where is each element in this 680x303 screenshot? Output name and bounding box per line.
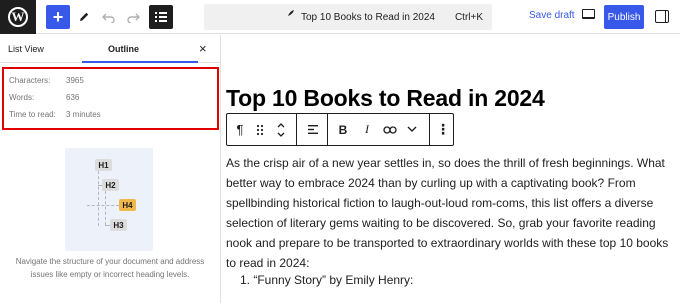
link-icon[interactable] bbox=[379, 114, 401, 145]
move-up-down-icon[interactable] bbox=[271, 114, 291, 145]
align-left-icon[interactable] bbox=[300, 114, 326, 145]
command-palette-bar[interactable]: Top 10 Books to Read in 2024 Ctrl+K bbox=[204, 4, 492, 30]
stat-value: 636 bbox=[66, 93, 80, 102]
publish-button[interactable]: Publish bbox=[604, 5, 644, 29]
stat-value: 3 minutes bbox=[66, 110, 101, 119]
heading-chip-h1: H1 bbox=[95, 159, 112, 171]
list-item[interactable]: 1. “Funny Story” by Emily Henry: bbox=[240, 273, 413, 287]
outline-connector bbox=[105, 191, 106, 225]
stat-words: Words: 636 bbox=[9, 93, 79, 102]
italic-button[interactable]: I bbox=[357, 114, 377, 145]
paragraph-block-icon[interactable]: ¶ bbox=[227, 114, 253, 145]
drag-handle-icon[interactable] bbox=[253, 114, 267, 145]
outline-help-text: Navigate the structure of your document … bbox=[15, 257, 205, 279]
tab-list-view[interactable]: List View bbox=[8, 35, 44, 63]
undo-icon[interactable] bbox=[96, 5, 120, 29]
toolbar-separator bbox=[296, 114, 297, 145]
document-overview-button[interactable] bbox=[149, 5, 173, 29]
heading-chip-h2: H2 bbox=[102, 179, 119, 191]
document-title: Top 10 Books to Read in 2024 bbox=[301, 12, 435, 23]
stat-label: Words: bbox=[9, 93, 35, 102]
outline-connector bbox=[98, 171, 99, 226]
quill-pen-icon bbox=[284, 9, 295, 23]
stat-value: 3965 bbox=[66, 76, 84, 85]
tab-outline[interactable]: Outline bbox=[108, 35, 139, 63]
toolbar-separator bbox=[429, 114, 430, 145]
stat-characters: Characters: 3965 bbox=[9, 76, 84, 85]
document-stats-highlight: Characters: 3965 Words: 636 Time to read… bbox=[2, 67, 219, 130]
stat-label: Characters: bbox=[9, 76, 51, 85]
pencil-icon[interactable] bbox=[72, 5, 96, 29]
close-icon[interactable]: × bbox=[199, 41, 207, 56]
keyboard-shortcut: Ctrl+K bbox=[454, 12, 483, 23]
outline-illustration: H1 H2 H4 H3 bbox=[65, 148, 153, 251]
preview-icon[interactable] bbox=[582, 9, 595, 19]
document-overview-icon bbox=[155, 12, 167, 22]
wordpress-logo-icon: W bbox=[8, 7, 28, 27]
active-tab-indicator bbox=[82, 61, 198, 63]
settings-sidebar-icon[interactable] bbox=[655, 10, 669, 23]
editor-canvas: Top 10 Books to Read in 2024 ¶ B I ⋮ As … bbox=[222, 35, 680, 303]
redo-icon[interactable] bbox=[121, 5, 145, 29]
intro-paragraph[interactable]: As the crisp air of a new year settles i… bbox=[226, 153, 678, 273]
more-options-icon[interactable]: ⋮ bbox=[433, 114, 453, 145]
panel-tabs: List View Outline × bbox=[0, 35, 220, 63]
wordpress-logo-button[interactable]: W bbox=[0, 0, 36, 34]
toolbar-separator bbox=[327, 114, 328, 145]
editor-top-toolbar: W + Top 10 Books to Read in 2024 Ctrl+K … bbox=[0, 0, 680, 34]
document-overview-panel: List View Outline × Characters: 3965 Wor… bbox=[0, 35, 221, 303]
stat-time-to-read: Time to read: 3 minutes bbox=[9, 110, 101, 119]
heading-chip-h4: H4 bbox=[119, 199, 136, 211]
bold-button[interactable]: B bbox=[333, 114, 353, 145]
block-toolbar: ¶ B I ⋮ bbox=[226, 113, 454, 146]
post-title[interactable]: Top 10 Books to Read in 2024 bbox=[226, 85, 545, 112]
stat-label: Time to read: bbox=[9, 110, 56, 119]
chevron-down-icon[interactable] bbox=[401, 114, 423, 145]
outline-connector bbox=[87, 205, 119, 206]
add-block-button[interactable]: + bbox=[46, 5, 70, 29]
heading-chip-h3: H3 bbox=[110, 219, 127, 231]
save-draft-button[interactable]: Save draft bbox=[529, 10, 575, 21]
